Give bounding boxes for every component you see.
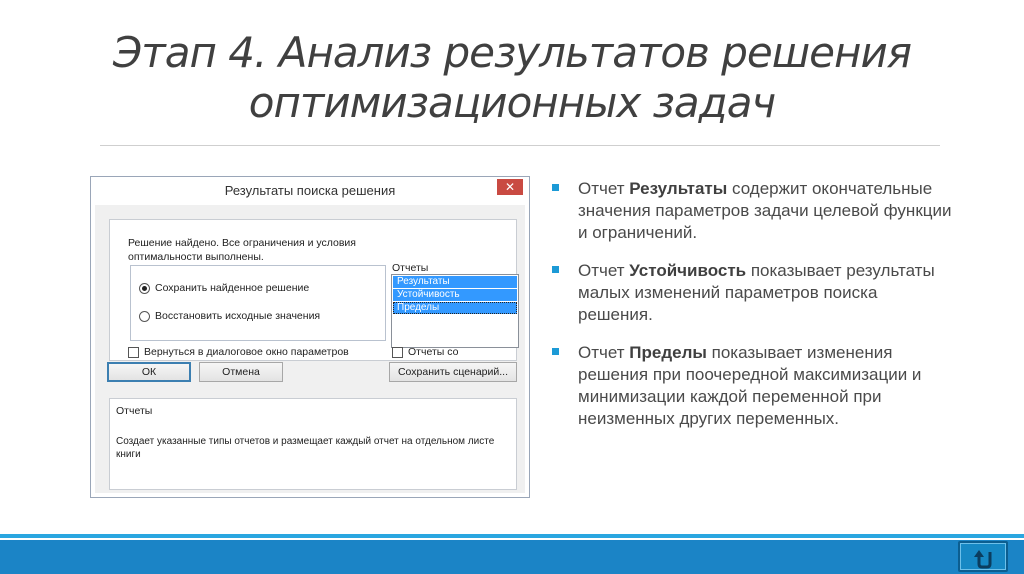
radio-selected-icon <box>139 282 150 294</box>
square-bullet-icon <box>552 184 559 191</box>
bullet-prefix: Отчет <box>578 343 630 362</box>
footer-bar <box>0 540 1024 574</box>
footer-accent-line <box>0 534 1024 538</box>
radio-unselected-icon <box>139 310 150 322</box>
report-item-sensitivity[interactable]: Устойчивость <box>393 289 517 301</box>
bullet-prefix: Отчет <box>578 261 630 280</box>
radio-keep-label: Сохранить найденное решение <box>155 282 310 294</box>
radio-restore-label: Восстановить исходные значения <box>155 310 321 322</box>
solver-results-dialog: Результаты поиска решения ✕ Решение найд… <box>90 176 530 498</box>
result-message: Решение найдено. Все ограничения и услов… <box>128 236 378 264</box>
return-to-params-checkbox[interactable]: Вернуться в диалоговое окно параметров <box>128 346 349 358</box>
square-bullet-icon <box>552 266 559 273</box>
bullet-item: Отчет Устойчивость показывает результаты… <box>552 260 952 326</box>
outline-reports-checkbox[interactable]: Отчеты со <box>392 346 458 358</box>
slide-title-line2: оптимизационных задач <box>248 78 777 127</box>
reports-listbox[interactable]: Результаты Устойчивость Пределы <box>391 274 519 348</box>
slide-title-line1: Этап 4. Анализ результатов решения <box>112 28 912 77</box>
back-button[interactable] <box>958 541 1008 572</box>
back-arrow-icon <box>974 550 992 569</box>
return-to-params-label: Вернуться в диалоговое окно параметров <box>144 346 349 358</box>
bullet-item: Отчет Пределы показывает изменения решен… <box>552 342 952 430</box>
bullet-bold: Пределы <box>629 343 707 362</box>
radio-group: Сохранить найденное решение Восстановить… <box>130 265 386 341</box>
save-scenario-button[interactable]: Сохранить сценарий... <box>389 362 517 382</box>
outline-reports-label: Отчеты со <box>408 346 459 358</box>
slide-title: Этап 4. Анализ результатов решения оптим… <box>60 28 964 128</box>
reports-label: Отчеты <box>392 262 429 274</box>
dialog-body: Решение найдено. Все ограничения и услов… <box>95 205 525 493</box>
radio-keep-solution[interactable]: Сохранить найденное решение <box>139 282 309 294</box>
checkbox-icon <box>128 346 139 358</box>
result-message-line2: оптимальности выполнены. <box>128 251 264 263</box>
close-icon[interactable]: ✕ <box>497 179 523 195</box>
checkbox-icon <box>392 346 403 358</box>
result-message-line1: Решение найдено. Все ограничения и услов… <box>128 237 356 249</box>
description-text: Создает указанные типы отчетов и размеща… <box>116 436 495 460</box>
dialog-title: Результаты поиска решения <box>224 183 396 198</box>
report-item-limits[interactable]: Пределы <box>393 302 517 314</box>
title-divider <box>100 145 940 146</box>
bullet-item: Отчет Результаты содержит окончательные … <box>552 178 952 244</box>
dialog-titlebar: Результаты поиска решения ✕ <box>91 177 529 205</box>
result-group: Решение найдено. Все ограничения и услов… <box>109 219 519 361</box>
square-bullet-icon <box>552 348 559 355</box>
bullet-bold: Результаты <box>629 179 728 198</box>
description-title: Отчеты <box>116 405 153 417</box>
bullet-list: Отчет Результаты содержит окончательные … <box>552 178 952 446</box>
ok-button[interactable]: ОК <box>107 362 191 382</box>
bullet-prefix: Отчет <box>578 179 630 198</box>
report-item-results[interactable]: Результаты <box>393 276 517 288</box>
bullet-bold: Устойчивость <box>629 261 747 280</box>
cancel-button[interactable]: Отмена <box>199 362 283 382</box>
radio-restore-values[interactable]: Восстановить исходные значения <box>139 310 320 322</box>
description-box: Отчеты Создает указанные типы отчетов и … <box>109 398 517 490</box>
